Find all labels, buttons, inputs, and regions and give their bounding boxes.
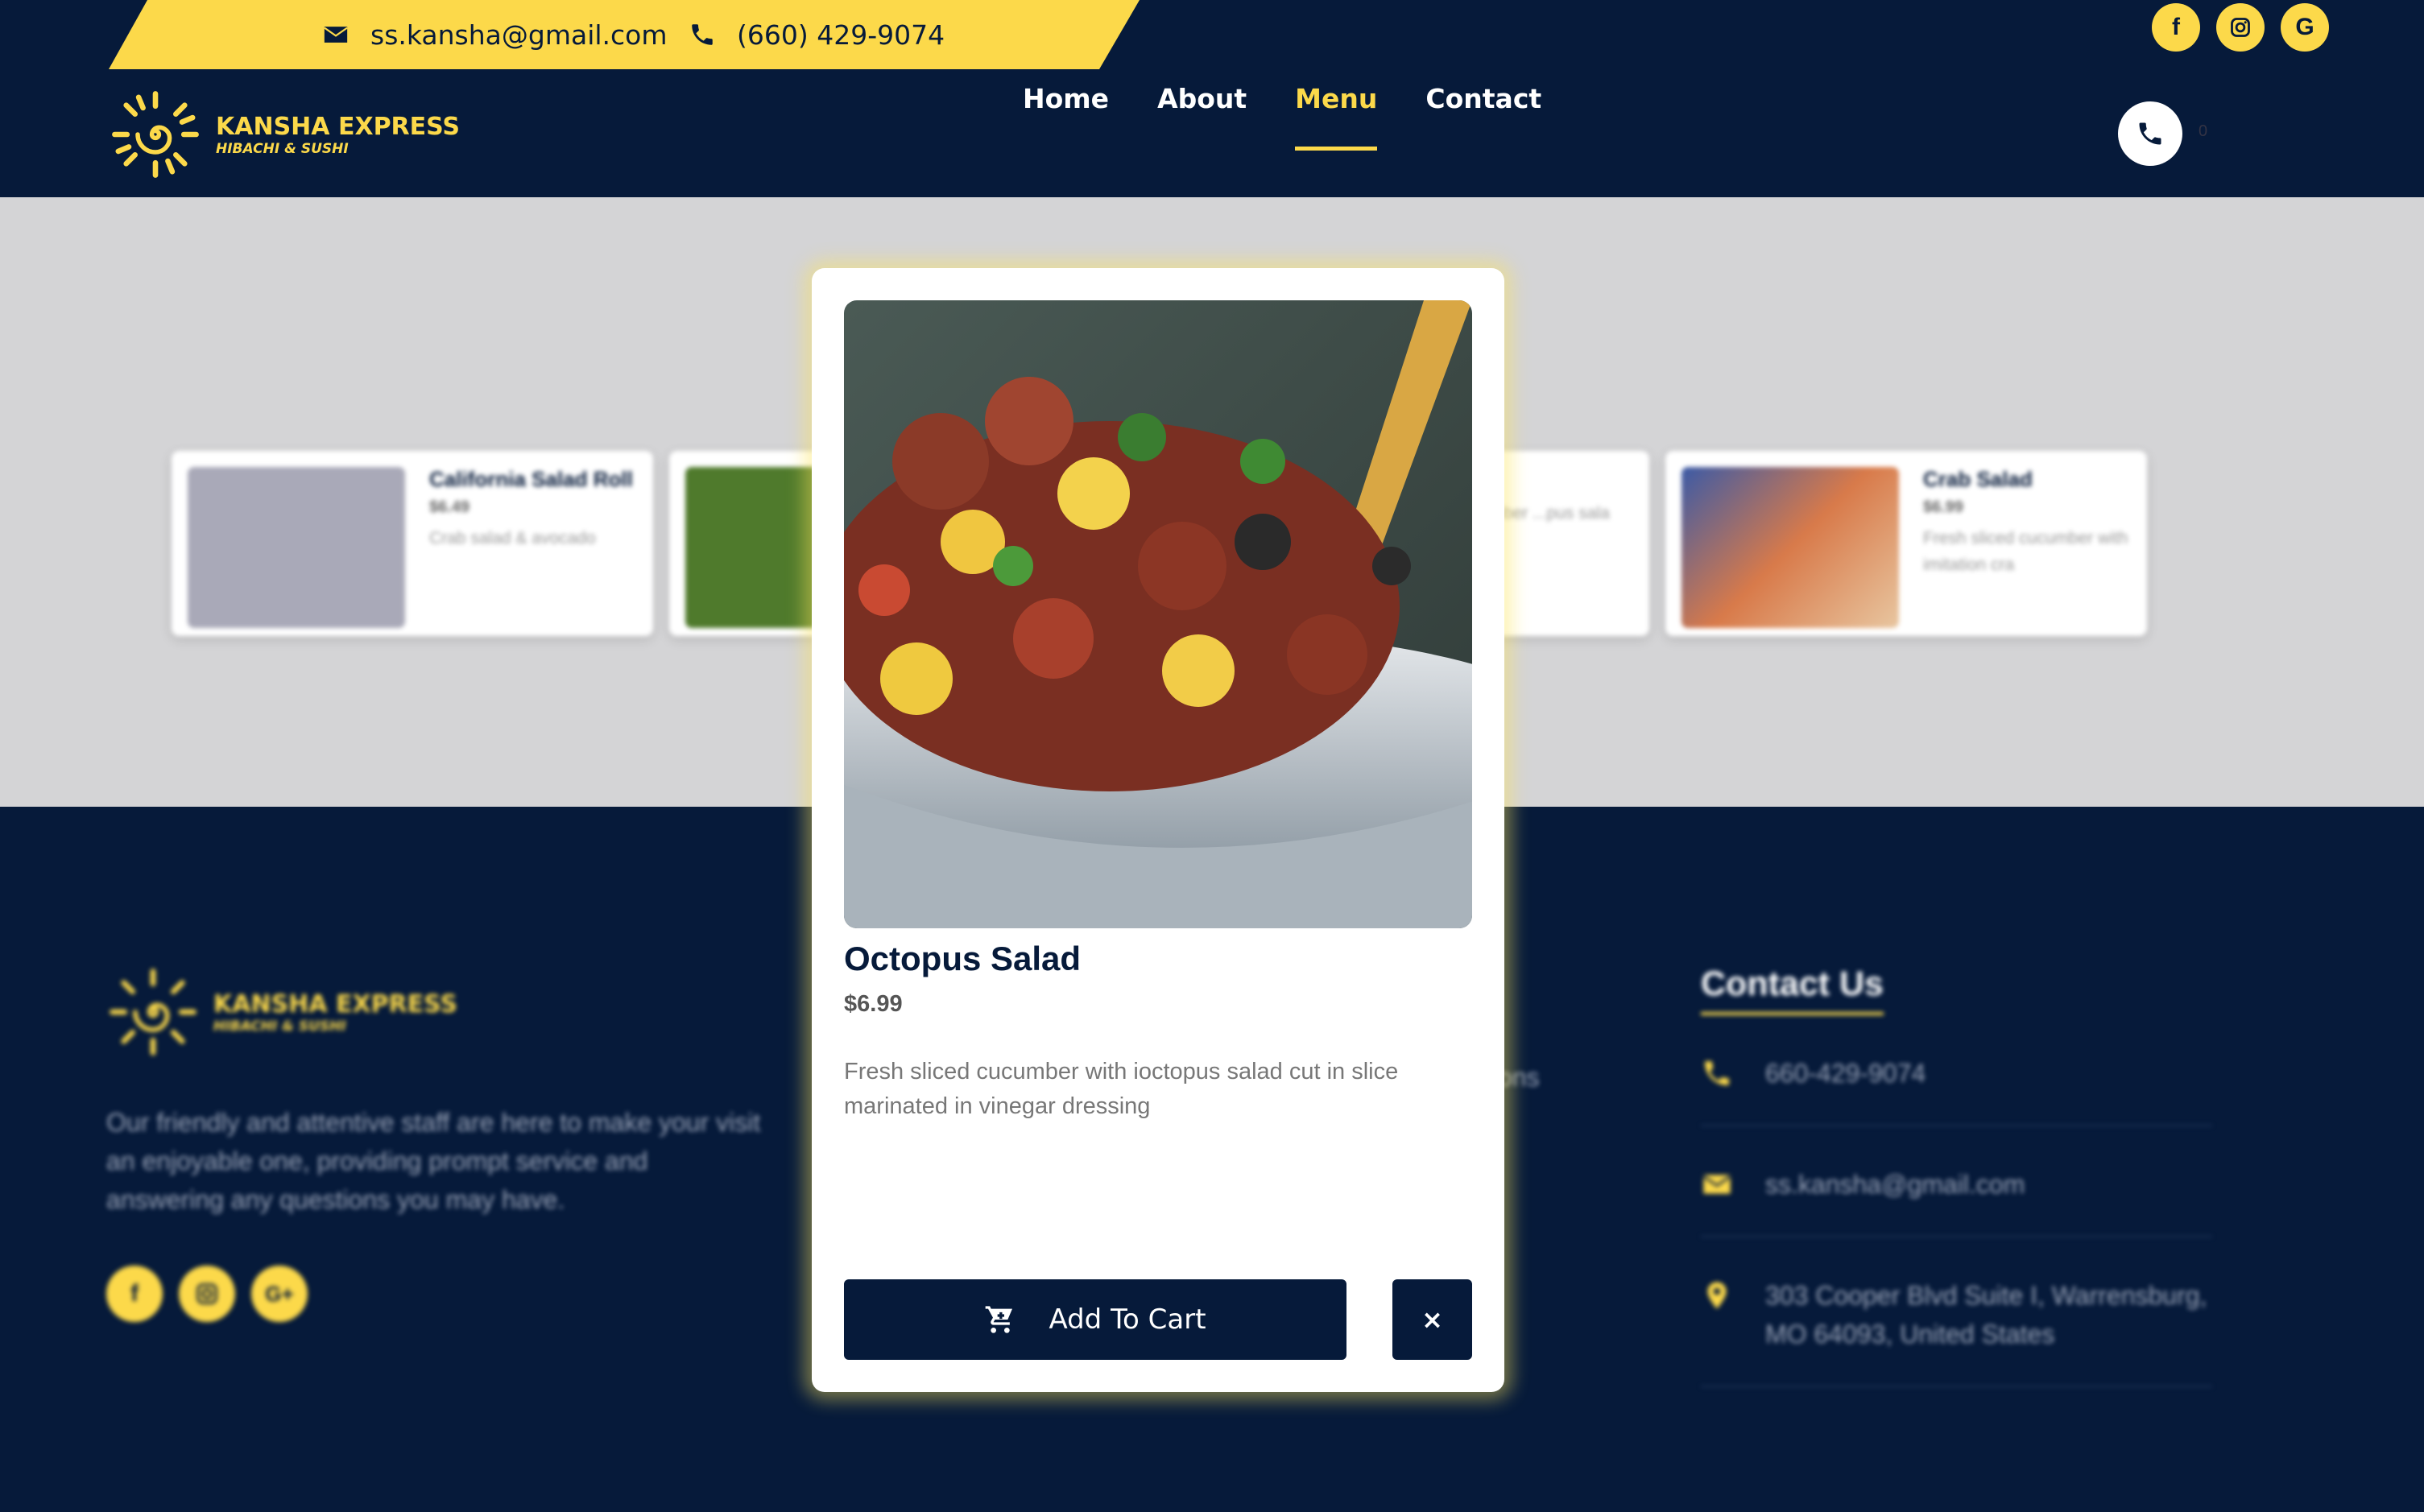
product-image <box>844 300 1472 928</box>
site-logo[interactable]: KANSHA EXPRESS HIBACHI & SUSHI <box>111 90 460 179</box>
add-to-cart-button[interactable]: Add To Cart <box>844 1279 1346 1360</box>
envelope-icon <box>324 27 348 43</box>
site-header: ss.kansha@gmail.com (660) 429-9074 f G K… <box>0 0 2424 197</box>
sun-logo-icon <box>110 969 196 1056</box>
call-button[interactable] <box>2118 101 2182 166</box>
close-modal-button[interactable]: × <box>1392 1279 1472 1360</box>
header-phone-text: (660) 429-9074 <box>737 19 945 51</box>
menu-card-desc: Fresh sliced cucumber with imitation cra <box>1923 529 2128 574</box>
instagram-icon[interactable] <box>179 1266 235 1322</box>
sun-logo-icon <box>112 91 199 178</box>
envelope-icon <box>1702 1175 1731 1194</box>
menu-card[interactable]: California Salad Roll $6.49 Crab salad &… <box>172 451 653 636</box>
cart-plus-icon <box>986 1306 1013 1333</box>
logo-subtitle: HIBACHI & SUSHI <box>216 140 349 157</box>
header-email-text: ss.kansha@gmail.com <box>370 19 668 51</box>
instagram-icon[interactable] <box>2216 3 2265 52</box>
footer-logo-title: KANSHA EXPRESS <box>213 989 458 1018</box>
nav-contact[interactable]: Contact <box>1425 83 1541 114</box>
phone-icon <box>2139 122 2161 145</box>
nav-about[interactable]: About <box>1157 83 1247 114</box>
nav-home[interactable]: Home <box>1023 83 1109 114</box>
footer-contact-phone[interactable]: 660-429-9074 <box>1701 1015 2212 1126</box>
header-phone[interactable]: (660) 429-9074 <box>689 14 945 55</box>
footer-contact-address[interactable]: 303 Cooper Blvd Suite I, Warrensburg, MO… <box>1701 1237 2212 1387</box>
facebook-icon[interactable]: f <box>2152 3 2200 52</box>
footer-social-links: f G+ <box>106 1266 308 1322</box>
footer-contact-title: Contact Us <box>1701 965 1884 1015</box>
logo-title: KANSHA EXPRESS <box>216 112 461 141</box>
menu-card-price: $6.49 <box>429 498 470 516</box>
cart-count: 0 <box>2199 122 2208 140</box>
nav-menu[interactable]: Menu <box>1295 83 1378 151</box>
footer-about-text: Our friendly and attentive staff are her… <box>106 1108 761 1214</box>
product-modal: Octopus Salad $6.99 Fresh sliced cucumbe… <box>812 268 1504 1392</box>
menu-card-title: California Salad Roll <box>429 467 633 491</box>
product-price: $6.99 <box>844 991 903 1017</box>
menu-card-image <box>1681 467 1899 628</box>
facebook-icon[interactable]: f <box>106 1266 163 1322</box>
product-title: Octopus Salad <box>844 940 1082 977</box>
menu-card[interactable]: Crab Salad $6.99 Fresh sliced cucumber w… <box>1665 451 2147 636</box>
phone-icon <box>692 24 713 45</box>
header-email[interactable]: ss.kansha@gmail.com <box>322 14 668 55</box>
map-pin-icon <box>1707 1282 1727 1309</box>
footer-contact-email[interactable]: ss.kansha@gmail.com <box>1701 1126 2212 1237</box>
product-description: Fresh sliced cucumber with ioctopus sala… <box>844 1059 1399 1119</box>
menu-card-image <box>188 467 405 628</box>
phone-icon <box>1705 1061 1729 1085</box>
add-to-cart-label: Add To Cart <box>1049 1303 1206 1336</box>
menu-card-price: $6.99 <box>1923 498 1964 516</box>
footer-logo-subtitle: HIBACHI & SUSHI <box>213 1018 346 1035</box>
footer-logo[interactable]: KANSHA EXPRESS HIBACHI & SUSHI <box>109 968 457 1056</box>
footer-contact: Contact Us 660-429-9074 ss.kansha@gmail.… <box>1701 965 2212 1387</box>
header-social-links: f G <box>2152 3 2329 52</box>
main-nav: Home About Menu Contact <box>1023 0 1541 197</box>
menu-card-desc: Crab salad & avocado <box>429 529 596 547</box>
google-icon[interactable]: G <box>2281 3 2329 52</box>
menu-card-title: Crab Salad <box>1923 467 2033 491</box>
google-plus-icon[interactable]: G+ <box>251 1266 308 1322</box>
